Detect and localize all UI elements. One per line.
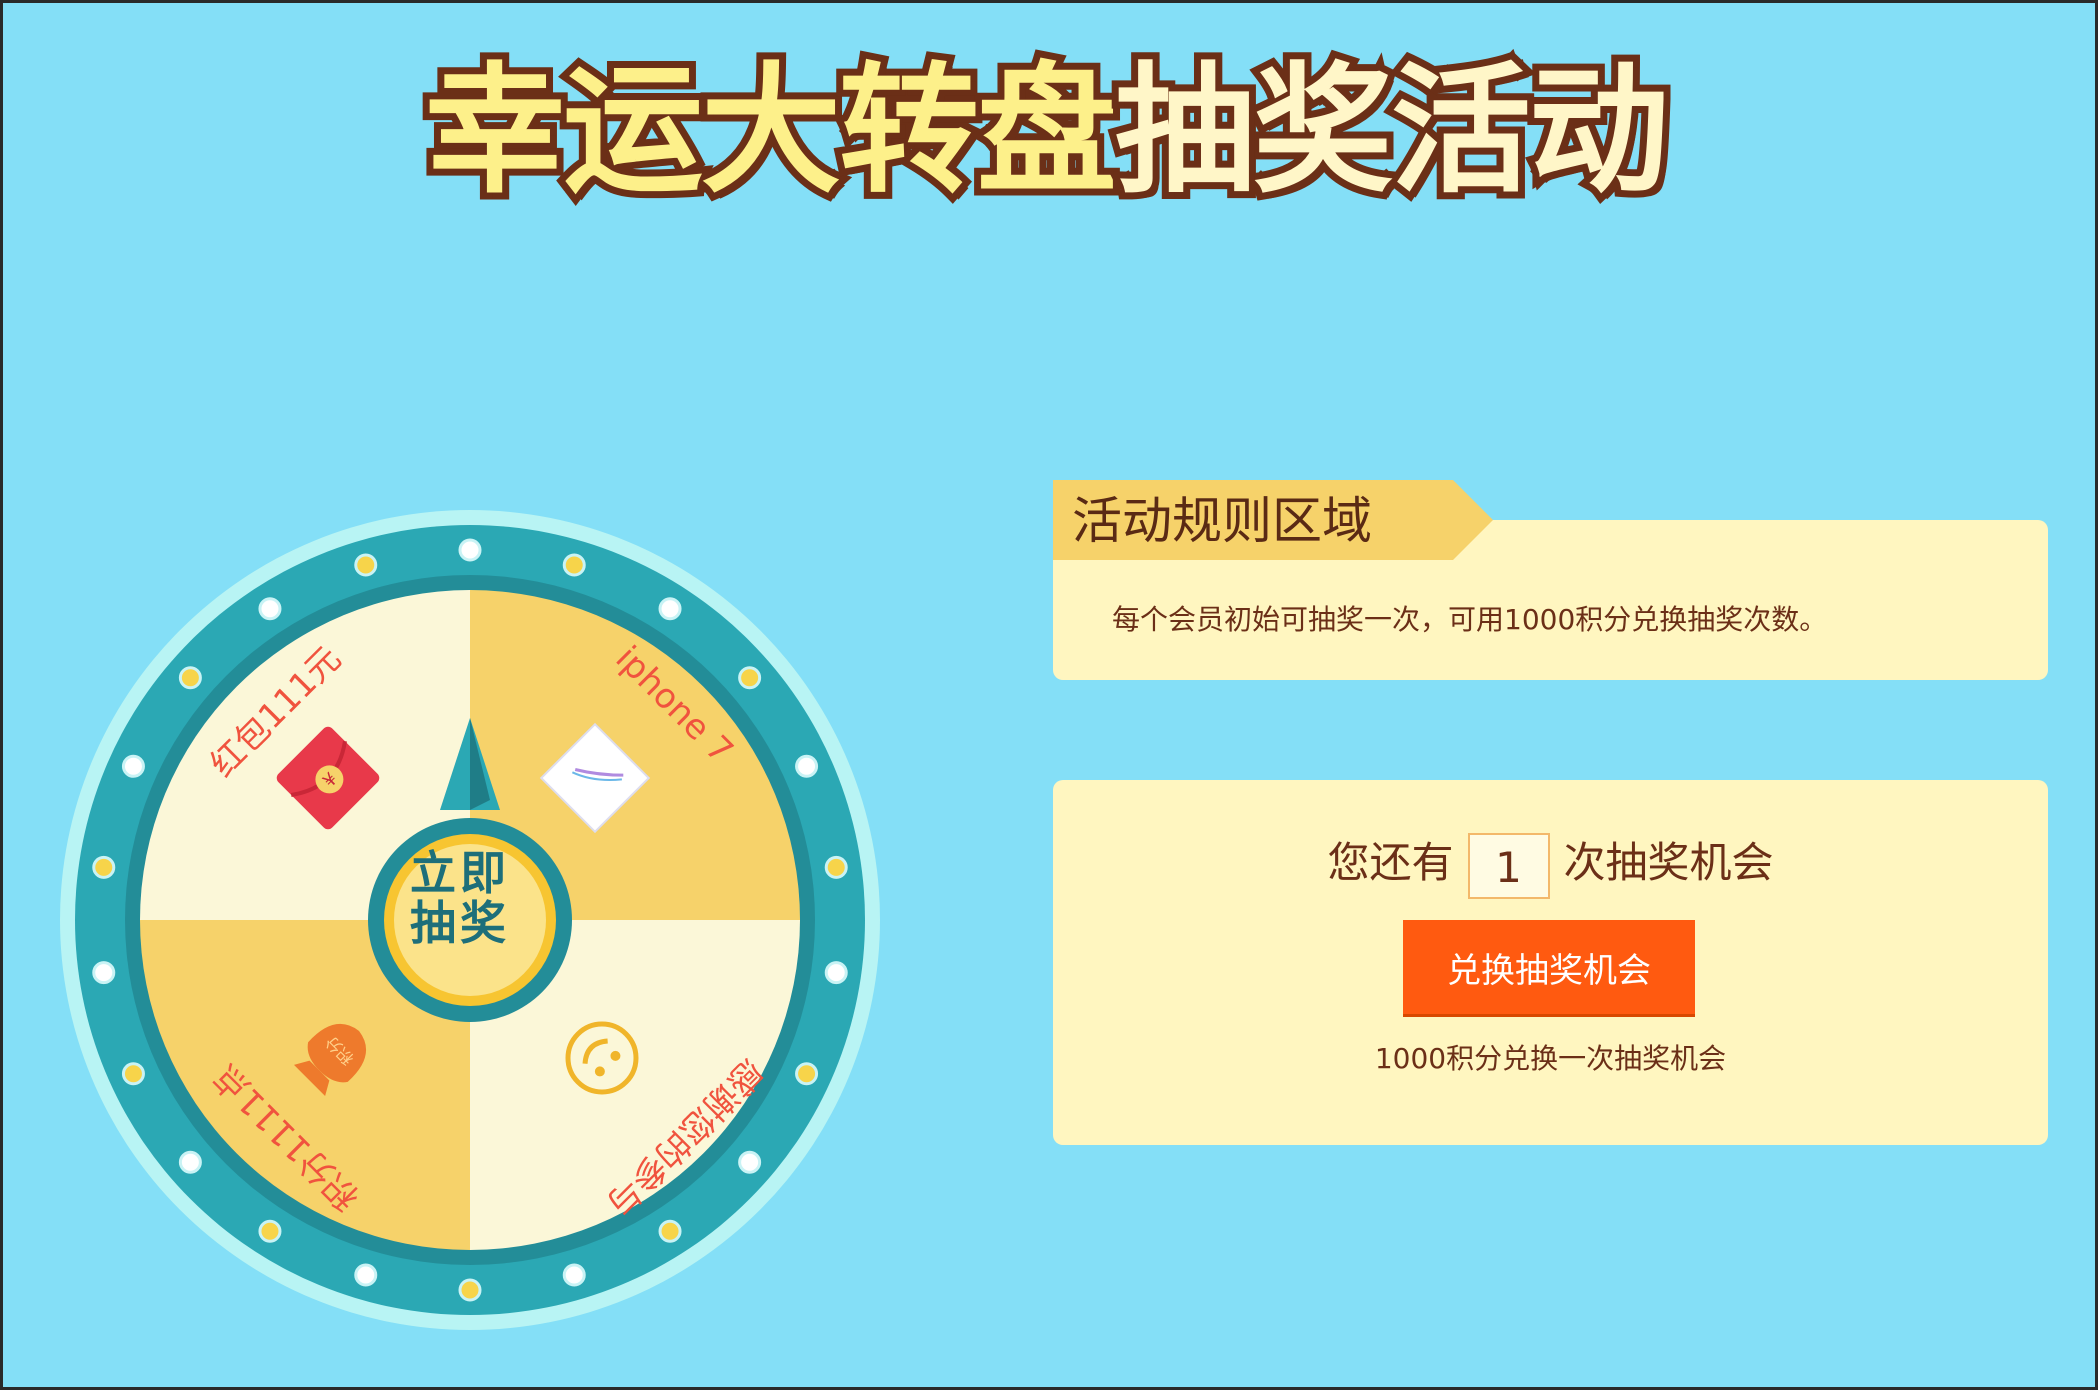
wheel-bulb — [658, 597, 682, 621]
wheel-bulb — [92, 855, 116, 879]
wheel-bulb — [178, 1150, 202, 1174]
wheel-bulb — [738, 1150, 762, 1174]
page-title: 幸运大转盘抽奖活动 — [0, 45, 2092, 219]
lucky-wheel: ¥ 积分 红包111元 iphone 7 积分1111点 感谢您的参与 立即 抽… — [60, 510, 880, 1330]
wheel-bulb — [121, 754, 145, 778]
wheel-bulb — [738, 666, 762, 690]
rules-heading: 活动规则区域 — [1072, 492, 1372, 550]
wheel-bulb — [824, 961, 848, 985]
exchange-chance-button[interactable]: 兑换抽奖机会 — [1403, 920, 1695, 1014]
wheel-bulb — [354, 1263, 378, 1287]
wheel-bulb — [258, 1219, 282, 1243]
chance-count: 1 — [1467, 832, 1550, 899]
title-part-1: 幸运大转盘 — [418, 45, 1124, 219]
wheel-bulb — [178, 666, 202, 690]
start-draw-label-1: 立即 — [410, 846, 510, 900]
wheel-bulb — [458, 1278, 482, 1302]
start-draw-label-2: 抽奖 — [410, 896, 510, 950]
wheel-bulb — [354, 553, 378, 577]
wheel-bulb — [121, 1062, 145, 1086]
start-draw-button[interactable]: 立即 抽奖 — [385, 823, 535, 973]
remaining-chances: 您还有 1 次抽奖机会 — [1053, 828, 2048, 899]
wheel-bulb — [824, 855, 848, 879]
chance-prefix: 您还有 — [1327, 838, 1454, 887]
wheel-bulb — [562, 553, 586, 577]
chance-suffix: 次抽奖机会 — [1563, 838, 1774, 887]
rules-text: 每个会员初始可抽奖一次，可用1000积分兑换抽奖次数。 — [1112, 603, 1828, 636]
wheel-bulb — [258, 597, 282, 621]
wheel-bulb — [795, 754, 819, 778]
wheel-bulb — [92, 961, 116, 985]
wheel-bulb — [458, 538, 482, 562]
wheel-bulb — [795, 1062, 819, 1086]
wheel-bulb — [562, 1263, 586, 1287]
wheel-bulb — [658, 1219, 682, 1243]
exchange-note: 1000积分兑换一次抽奖机会 — [1374, 1042, 1727, 1075]
title-part-2: 抽奖活动 — [1108, 45, 1676, 219]
